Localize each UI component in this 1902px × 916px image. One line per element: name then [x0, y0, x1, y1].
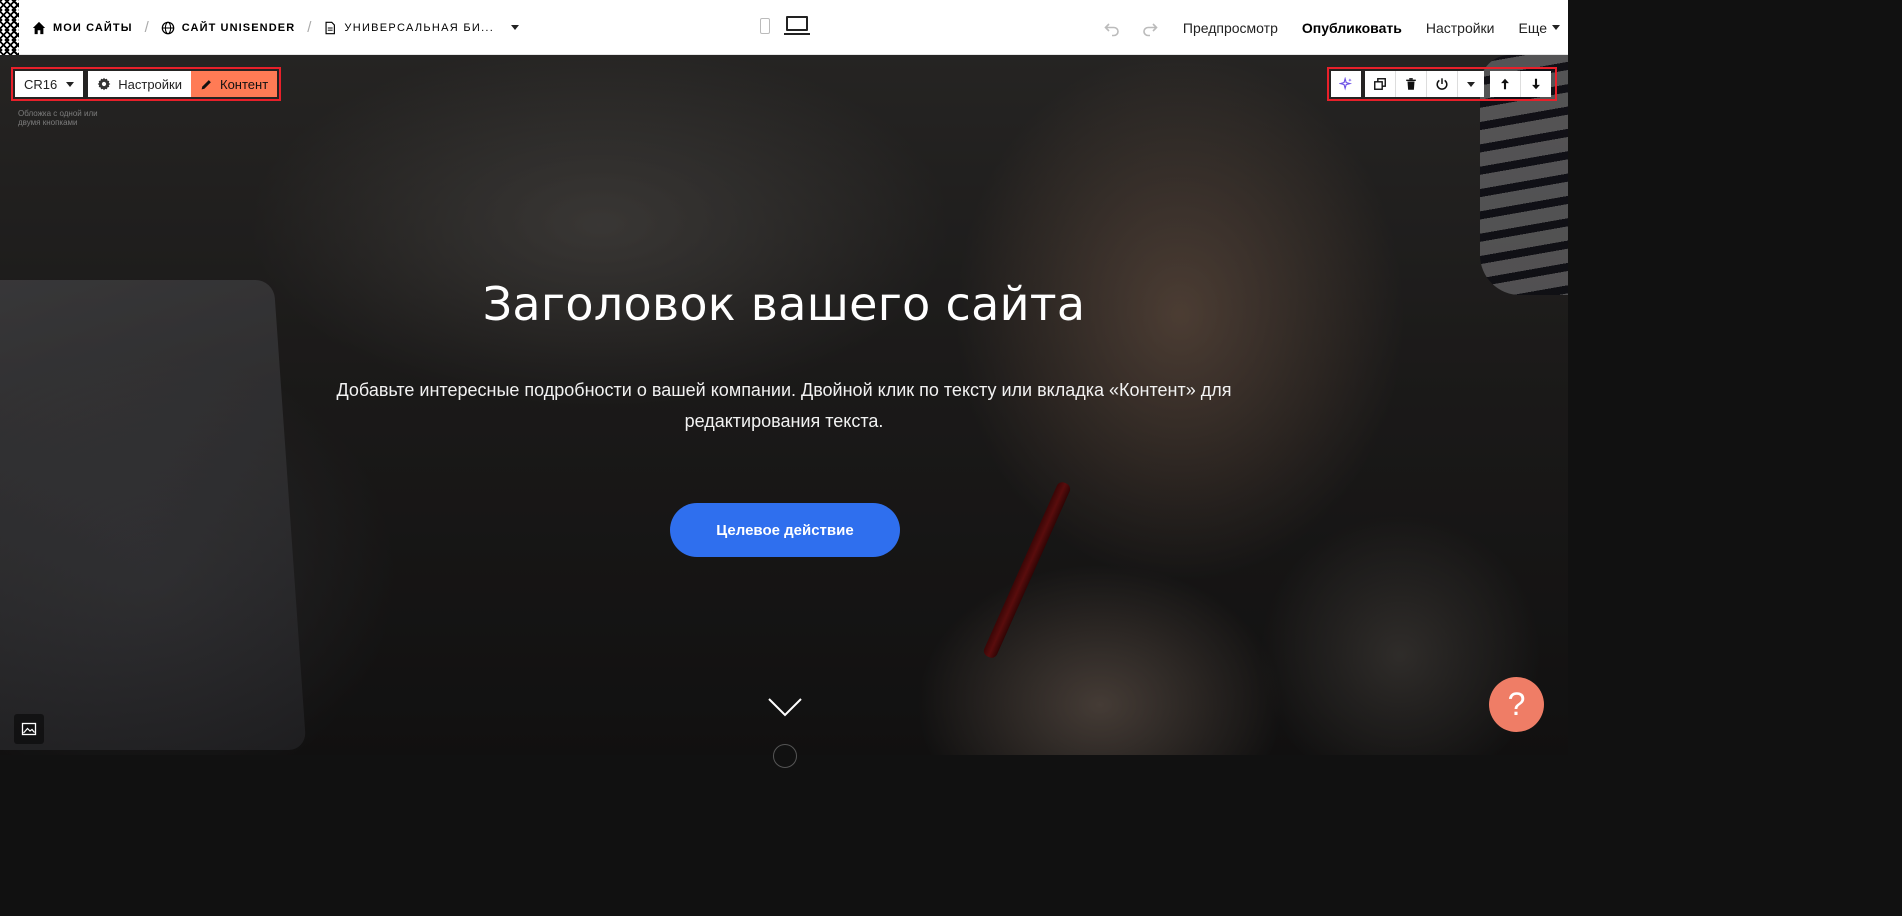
- more-actions-dropdown[interactable]: [1458, 71, 1484, 97]
- chevron-down-icon: [1467, 81, 1475, 87]
- arrow-down-icon: [1532, 78, 1540, 90]
- breadcrumb-separator: /: [307, 19, 312, 36]
- more-label: Еще: [1518, 19, 1548, 36]
- breadcrumb-label: Универсальная би...: [344, 21, 495, 34]
- hero-cover-block[interactable]: Заголовок вашего сайта Добавьте интересн…: [0, 55, 1568, 755]
- delete-button[interactable]: [1396, 71, 1426, 97]
- move-down-button[interactable]: [1521, 71, 1551, 97]
- change-background-button[interactable]: [14, 714, 44, 744]
- block-content-label: Контент: [220, 76, 269, 92]
- cta-button[interactable]: Целевое действие: [670, 503, 900, 557]
- duplicate-icon: [1374, 78, 1386, 90]
- top-actions: Предпросмотр Опубликовать Настройки Еще: [1103, 0, 1560, 55]
- more-menu[interactable]: Еще: [1518, 19, 1560, 36]
- block-toolbar-left: CR16 Настройки Контент: [11, 67, 282, 101]
- device-switcher: [760, 16, 810, 36]
- arrow-up-icon: [1501, 78, 1509, 90]
- publish-button[interactable]: Опубликовать: [1302, 20, 1402, 36]
- sparkle-icon: [1339, 77, 1353, 91]
- add-block-button[interactable]: [773, 744, 797, 768]
- breadcrumb-my-sites[interactable]: Мои сайты: [32, 21, 133, 35]
- move-up-button[interactable]: [1490, 71, 1520, 97]
- chevron-down-icon: [66, 81, 75, 87]
- trash-icon: [1406, 78, 1416, 90]
- chevron-down-icon[interactable]: [511, 25, 520, 30]
- breadcrumb-site[interactable]: Сайт Unisender: [161, 21, 295, 35]
- hero-subtitle[interactable]: Добавьте интересные подробности о вашей …: [334, 375, 1234, 437]
- power-icon: [1436, 78, 1448, 90]
- globe-icon: [161, 21, 175, 34]
- top-bar: Мои сайты / Сайт Unisender / Универсальн…: [0, 0, 1568, 55]
- block-content-button[interactable]: Контент: [191, 71, 278, 97]
- home-icon: [32, 21, 46, 34]
- block-code-label: CR16: [24, 76, 58, 92]
- block-toolbar-right: [1327, 67, 1557, 101]
- chevron-down-icon[interactable]: [768, 697, 802, 717]
- gear-icon: [97, 77, 111, 91]
- page-icon: [325, 21, 336, 34]
- breadcrumb: Мои сайты / Сайт Unisender / Универсальн…: [32, 0, 520, 55]
- logo[interactable]: [0, 0, 19, 55]
- phone-icon[interactable]: [760, 18, 770, 34]
- settings-link[interactable]: Настройки: [1426, 20, 1495, 36]
- block-type-dropdown[interactable]: CR16: [15, 71, 84, 97]
- undo-icon[interactable]: [1103, 19, 1121, 37]
- laptop-icon[interactable]: [784, 16, 810, 36]
- toggle-visibility-button[interactable]: [1427, 71, 1457, 97]
- hero-title[interactable]: Заголовок вашего сайта: [0, 277, 1568, 331]
- breadcrumb-page[interactable]: Универсальная би...: [323, 21, 520, 35]
- breadcrumb-separator: /: [144, 19, 149, 36]
- image-icon: [21, 722, 37, 736]
- block-settings-button[interactable]: Настройки: [88, 71, 191, 97]
- breadcrumb-label: Сайт Unisender: [181, 21, 296, 34]
- block-tabs: Настройки Контент: [88, 71, 278, 97]
- redo-icon[interactable]: [1141, 19, 1159, 37]
- duplicate-button[interactable]: [1365, 71, 1395, 97]
- move-group: [1490, 71, 1551, 97]
- ai-assistant-button[interactable]: [1331, 71, 1361, 97]
- chevron-down-icon: [1552, 25, 1560, 30]
- help-button[interactable]: ?: [1489, 677, 1544, 732]
- block-actions-group: [1365, 71, 1484, 97]
- block-settings-label: Настройки: [118, 76, 182, 92]
- breadcrumb-label: Мои сайты: [53, 21, 133, 34]
- pencil-icon: [201, 79, 211, 89]
- block-caption: Обложка с одной или двумя кнопками: [18, 109, 98, 127]
- hero-content: Заголовок вашего сайта Добавьте интересн…: [0, 55, 1568, 755]
- preview-link[interactable]: Предпросмотр: [1183, 20, 1278, 36]
